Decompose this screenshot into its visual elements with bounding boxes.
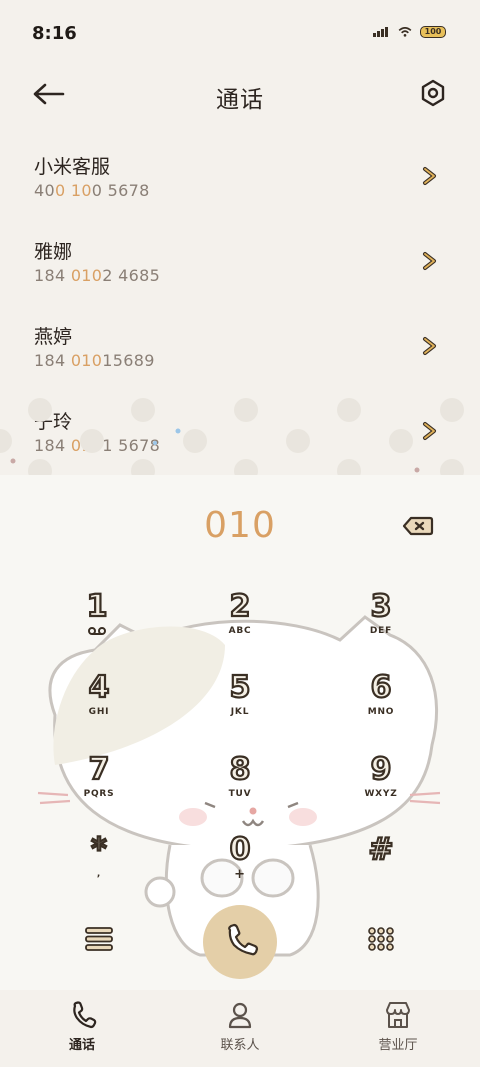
phone-icon — [228, 923, 259, 956]
key-3[interactable]: 3 DEF — [331, 588, 431, 660]
chevron-right-icon — [423, 252, 436, 270]
key-1[interactable]: 1 — [47, 588, 147, 660]
key-8[interactable]: 8 TUV — [190, 751, 290, 823]
settings-icon[interactable] — [418, 78, 448, 108]
person-icon — [228, 1002, 252, 1029]
phone-icon — [73, 1001, 97, 1029]
contact-number: 184 0102 4685 — [34, 266, 161, 285]
status-bar: 8:16 100 — [0, 0, 480, 68]
menu-icon[interactable] — [84, 926, 114, 952]
contact-number: 184 01015689 — [34, 351, 155, 370]
key-5[interactable]: 5 JKL — [190, 669, 290, 741]
key-6[interactable]: 6 MNO — [331, 669, 431, 741]
contact-name: 小米客服 — [34, 156, 111, 178]
status-time: 8:16 — [32, 23, 77, 44]
tab-business-hall[interactable]: 营业厅 — [348, 1000, 448, 1060]
contact-name: 雅娜 — [34, 241, 73, 263]
key-9[interactable]: 9 WXYZ — [331, 751, 431, 823]
key-0[interactable]: 0 + — [190, 831, 290, 903]
chevron-right-icon — [423, 337, 436, 355]
key-2[interactable]: 2 ABC — [190, 588, 290, 660]
dot-pattern-decoration — [0, 398, 464, 475]
battery-icon: 100 — [420, 26, 446, 38]
key-hash[interactable]: # — [331, 831, 431, 903]
key-star[interactable]: * , — [49, 831, 149, 903]
wifi-icon — [398, 27, 412, 37]
bottom-navigation: 通话 联系人 营业厅 — [0, 990, 480, 1067]
dialpad-area: 010 1 2 ABC 3 DEF 4 GHI 5 JKL 6 MNO 7 PQ… — [0, 475, 480, 990]
signal-icon — [373, 27, 388, 37]
list-item[interactable]: 小米客服 400 100 5678 — [0, 140, 480, 225]
key-4[interactable]: 4 GHI — [49, 669, 149, 741]
call-button[interactable] — [203, 905, 277, 979]
contact-name: 燕婷 — [34, 326, 73, 348]
keypad-icon[interactable] — [366, 926, 396, 954]
list-item[interactable]: 燕婷 184 01015689 — [0, 310, 480, 395]
voicemail-icon — [88, 627, 106, 635]
backspace-icon[interactable] — [402, 515, 434, 537]
header: 通话 — [0, 68, 480, 122]
status-icons: 100 — [372, 26, 446, 38]
key-7[interactable]: 7 PQRS — [49, 751, 149, 823]
store-icon — [386, 1002, 410, 1028]
list-item[interactable]: 雅娜 184 0102 4685 — [0, 225, 480, 310]
chevron-right-icon — [423, 167, 436, 185]
page-title: 通话 — [216, 87, 264, 113]
tab-contacts[interactable]: 联系人 — [190, 1000, 290, 1060]
contact-number: 400 100 5678 — [34, 181, 150, 200]
tab-calls[interactable]: 通话 — [32, 1000, 132, 1060]
